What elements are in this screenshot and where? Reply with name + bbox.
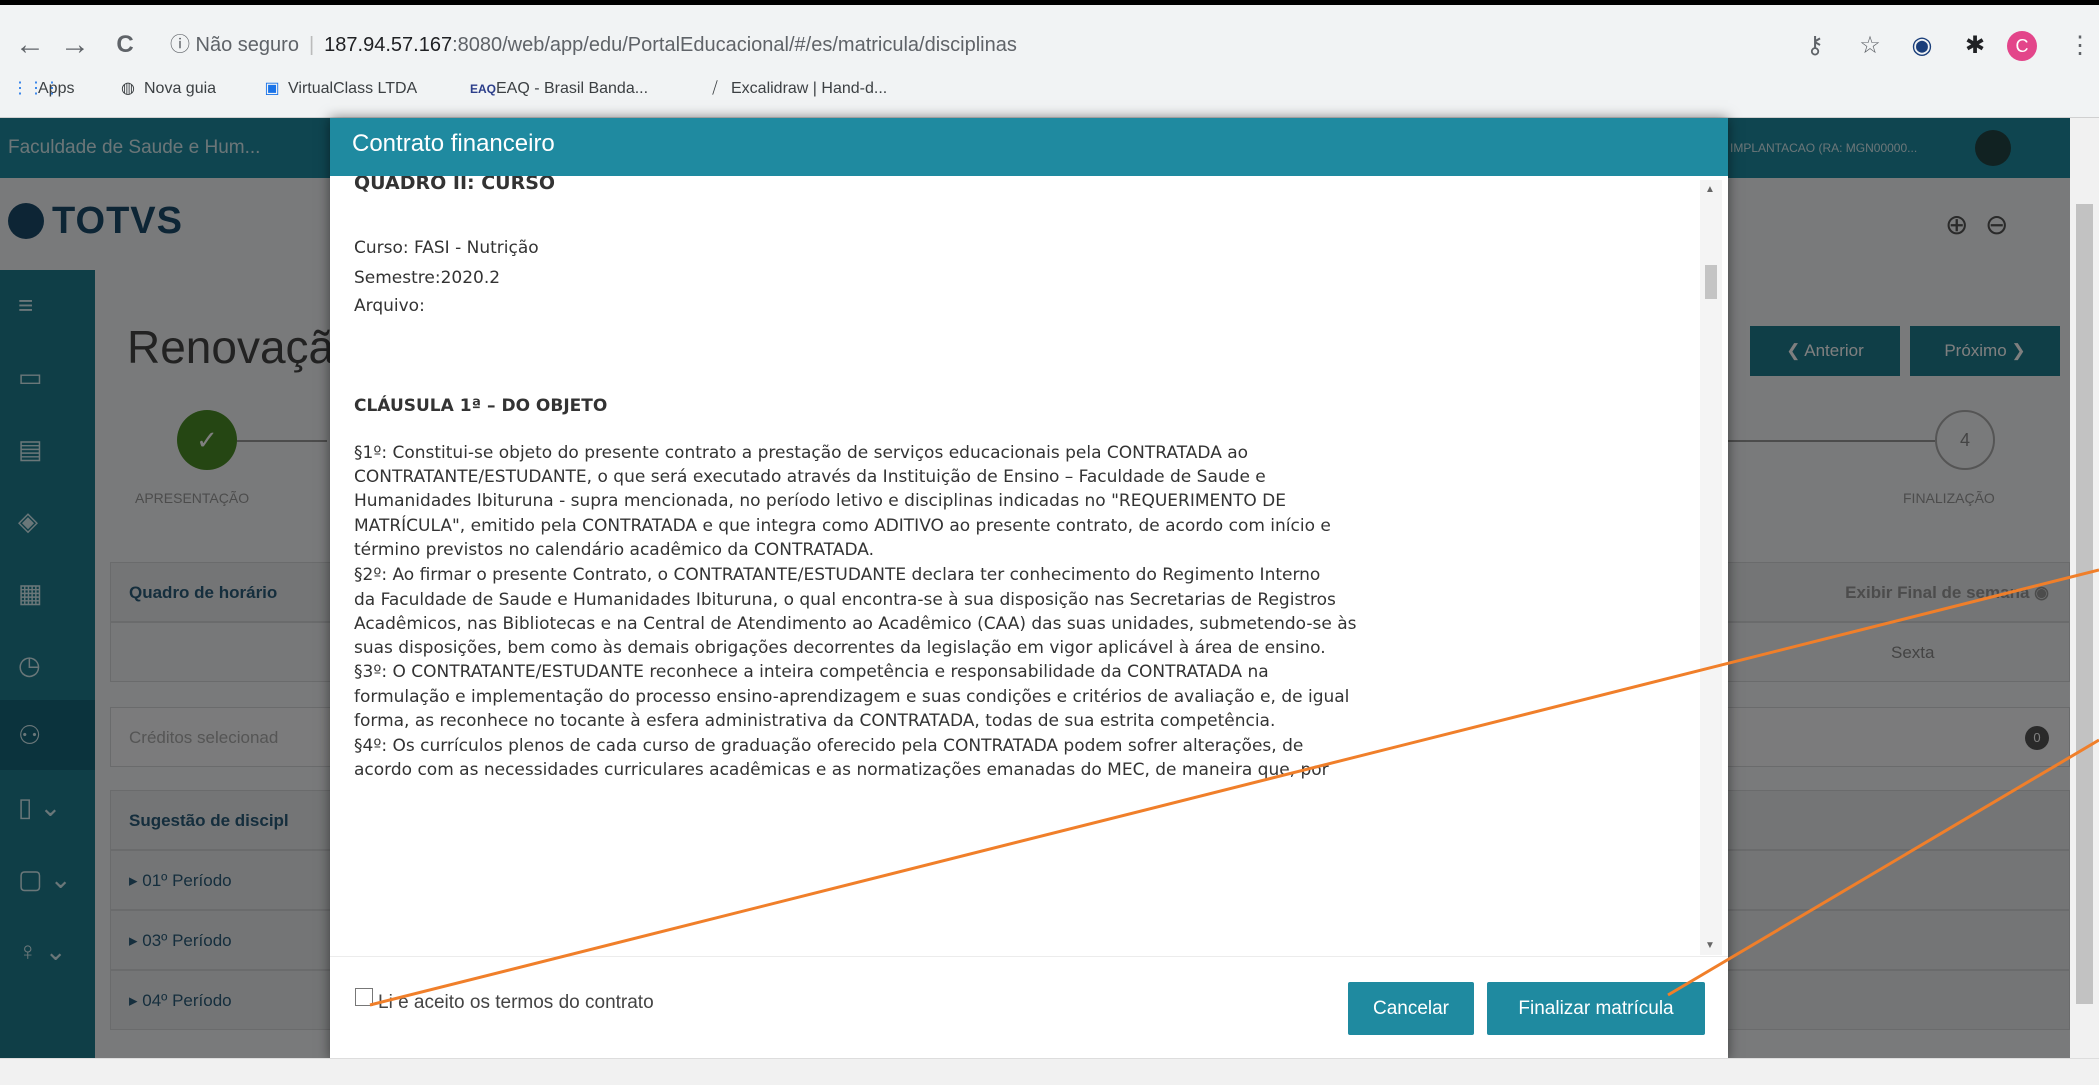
bookmark-excalidraw[interactable]: ⧸ Excalidraw | Hand-d... — [705, 77, 887, 101]
clause-text: CONTRATANTE/ESTUDANTE, o que será execut… — [354, 467, 1266, 487]
forward-button[interactable]: → — [55, 23, 95, 67]
clause-text: §4º: Os currículos plenos de cada curso … — [354, 736, 1304, 756]
reload-button[interactable]: C — [105, 23, 145, 67]
url-host: 187.94.57.167 — [324, 34, 453, 56]
clause-text: Acadêmicos, nas Bibliotecas e na Central… — [354, 614, 1357, 634]
contract-text[interactable]: QUADRO II: CURSO Curso: FASI - Nutrição … — [330, 176, 1728, 956]
page-scrollbar-thumb[interactable] — [2076, 204, 2093, 1004]
semester-line: Semestre:2020.2 — [354, 268, 501, 288]
security-indicator[interactable]: ⓘ Não seguro — [170, 34, 299, 56]
clause-text: §1º: Constitui-se objeto do presente con… — [354, 443, 1249, 463]
page-scrollbar[interactable] — [2070, 118, 2099, 1058]
accept-terms-checkbox[interactable] — [355, 988, 373, 1006]
eaq-icon: EAQ — [470, 82, 497, 96]
clause-text: da Faculdade de Saude e Humanidades Ibit… — [354, 590, 1336, 610]
address-row: ← → C ⓘ Não seguro | 187.94.57.167:8080/we… — [0, 23, 2099, 67]
bookmark-label: Excalidraw | Hand-d... — [731, 80, 888, 97]
excalidraw-icon: ⧸ — [712, 80, 718, 97]
clause-text: término previstos no calendário acadêmic… — [354, 540, 875, 560]
contract-modal: Contrato financeiro QUADRO II: CURSO Cur… — [330, 118, 1728, 1060]
clause-text: forma, as reconhece no tocante à esfera … — [354, 711, 1276, 731]
clause-text: MATRÍCULA", emitido pela CONTRATADA e qu… — [354, 516, 1331, 536]
bookmark-label: Nova guia — [144, 80, 217, 97]
extension-icon[interactable]: ◉ — [1907, 31, 1937, 61]
accept-terms-label[interactable]: Li e aceito os termos do contrato — [378, 992, 654, 1014]
virtualclass-icon: ▣ — [264, 80, 280, 97]
clause-text: Humanidades Ibituruna - supra mencionada… — [354, 491, 1287, 511]
url-path: :8080/web/app/edu/PortalEducacional/#/es… — [452, 34, 1017, 56]
profile-avatar[interactable]: C — [2007, 31, 2037, 61]
scroll-up-icon[interactable]: ▲ — [1705, 184, 1715, 195]
clause-text: formulação e implementação do processo e… — [354, 687, 1350, 707]
bookmark-label: Apps — [38, 80, 75, 97]
back-button[interactable]: ← — [10, 23, 50, 67]
bookmarks-bar: ⋮⋮⋮Apps ◍ Nova guia ▣ VirtualClass LTDA EA… — [0, 69, 2099, 109]
file-line: Arquivo: — [354, 296, 425, 316]
contract-scrollbar[interactable]: ▲ ▼ — [1700, 180, 1722, 955]
cancel-button[interactable]: Cancelar — [1348, 982, 1474, 1035]
address-separator: | — [308, 34, 315, 56]
bookmark-nova-guia[interactable]: ◍ Nova guia — [118, 77, 216, 101]
course-line: Curso: FASI - Nutrição — [354, 238, 539, 258]
horizontal-scrollbar[interactable] — [0, 1058, 2099, 1085]
finalize-enrollment-button[interactable]: Finalizar matrícula — [1487, 982, 1705, 1035]
star-icon[interactable]: ☆ — [1855, 31, 1885, 61]
bookmark-eaq[interactable]: EAQEAQ - Brasil Banda... — [470, 77, 648, 101]
key-icon[interactable]: ⚷ — [1800, 31, 1830, 61]
bookmark-apps[interactable]: ⋮⋮⋮Apps — [12, 77, 74, 101]
menu-icon[interactable]: ⋮ — [2065, 31, 2095, 61]
section-heading: QUADRO II: CURSO — [354, 176, 556, 194]
scroll-down-icon[interactable]: ▼ — [1705, 940, 1715, 951]
scrollbar-thumb[interactable] — [1705, 265, 1717, 299]
globe-icon: ◍ — [121, 80, 135, 97]
clause-heading: CLÁUSULA 1ª – DO OBJETO — [354, 396, 608, 416]
apps-grid-icon: ⋮⋮⋮ — [12, 80, 60, 97]
clause-text: §3º: O CONTRATANTE/ESTUDANTE reconhece a… — [354, 662, 1269, 682]
clause-text: suas disposições, bem como às demais obr… — [354, 638, 1326, 658]
modal-title: Contrato financeiro — [330, 118, 1728, 176]
browser-chrome: ← → C ⓘ Não seguro | 187.94.57.167:8080/we… — [0, 5, 2099, 118]
clause-text: acordo com as necessidades curriculares … — [354, 760, 1329, 780]
bookmark-virtualclass[interactable]: ▣ VirtualClass LTDA — [262, 77, 417, 101]
address-bar[interactable]: ⓘ Não seguro | 187.94.57.167:8080/web/app/… — [170, 23, 1770, 67]
bookmark-label: VirtualClass LTDA — [288, 80, 418, 97]
clause-text: §2º: Ao firmar o presente Contrato, o CO… — [354, 565, 1321, 585]
puzzle-icon[interactable]: ✱ — [1960, 31, 1990, 61]
bookmark-label: EAQ - Brasil Banda... — [496, 80, 649, 97]
